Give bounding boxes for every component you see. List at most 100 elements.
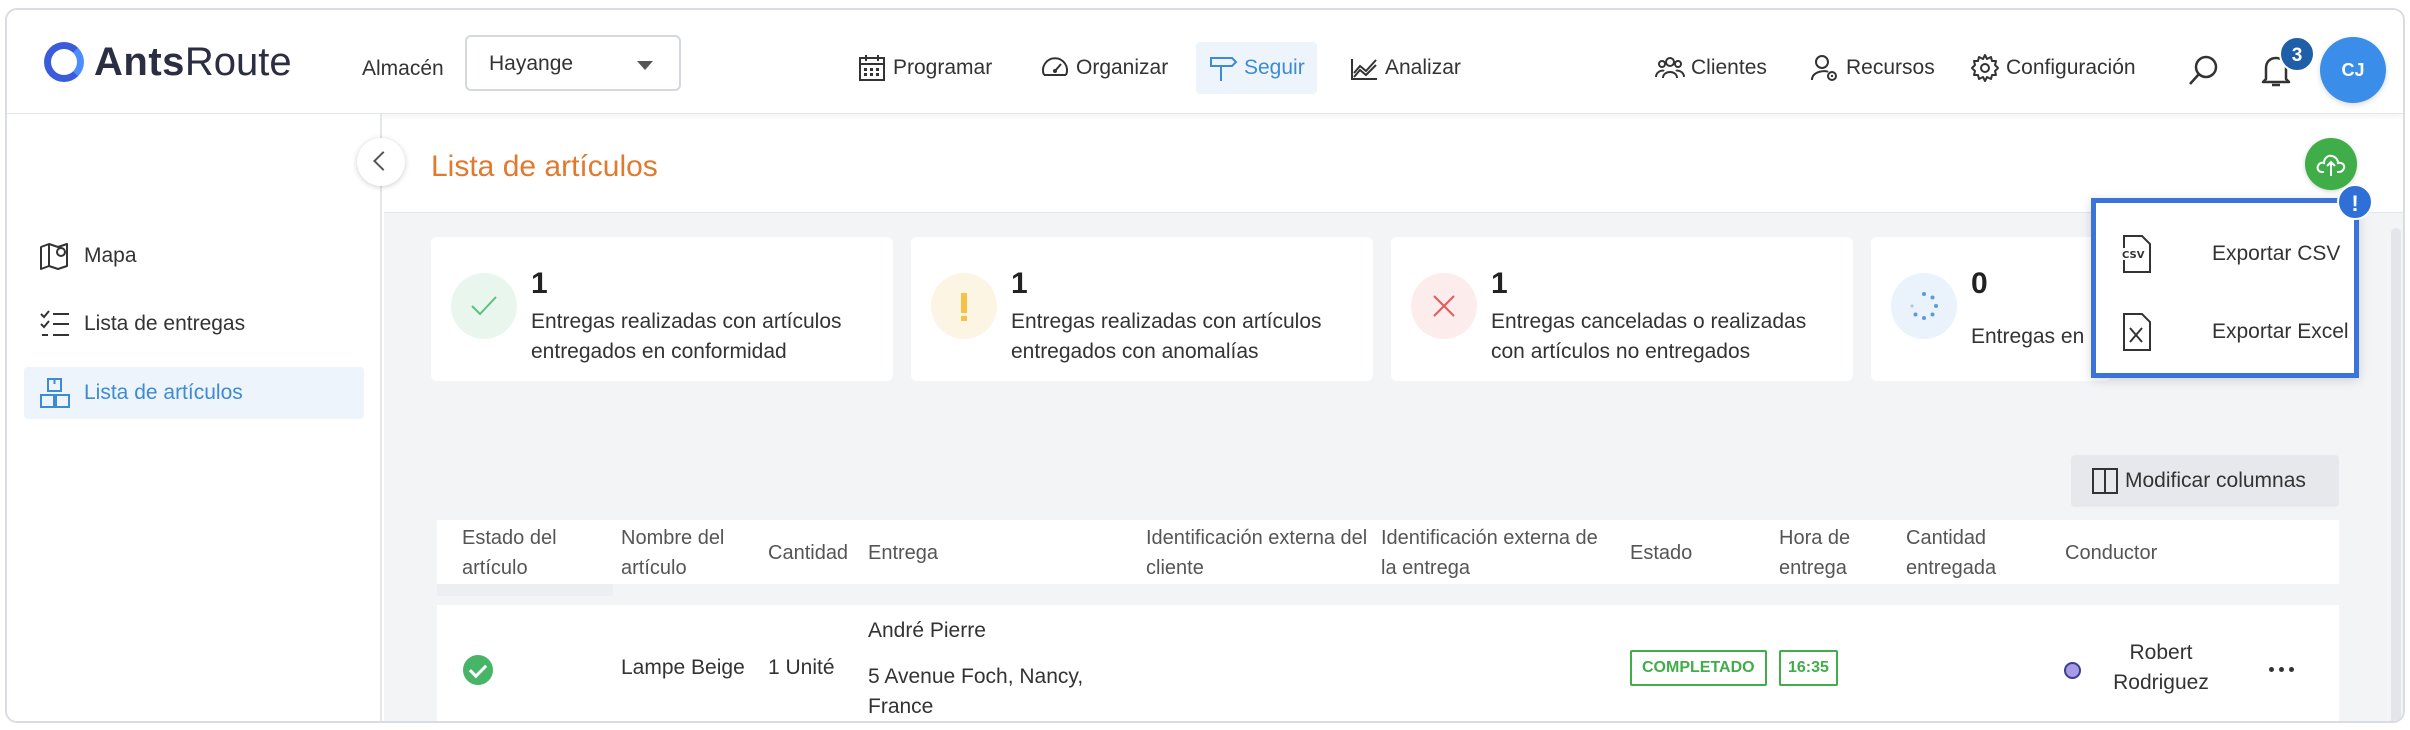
column-header-id-entrega[interactable]: Identificación externa de la entrega [1381,523,1611,583]
summary-card-success[interactable]: 1 Entregas realizadas con artículos entr… [431,237,893,381]
modify-columns-label: Modificar columnas [2125,469,2306,492]
logo-text-bold: Ants [94,39,185,84]
nav-clientes[interactable]: Clientes [1655,42,1767,94]
chevron-down-icon [637,61,653,70]
nav-organizar[interactable]: Organizar [1040,42,1168,94]
warehouse-label: Almacén [362,57,444,80]
svg-text:CSV: CSV [2122,250,2145,261]
export-csv-item[interactable]: CSV Exportar CSV [2118,229,2340,279]
driver-color-dot [2064,662,2081,679]
gear-icon [1971,54,1999,82]
more-options-icon[interactable] [2269,667,2294,672]
sidebar-item-label: Lista de artículos [84,381,243,404]
time-badge: 16:35 [1779,650,1838,686]
export-csv-label: Exportar CSV [2212,242,2341,265]
summary-card-warning[interactable]: 1 Entregas realizadas con artículos entr… [911,237,1373,381]
map-icon [40,243,68,270]
export-alert-badge: ! [2337,184,2373,220]
close-icon [1411,273,1477,339]
column-header-cantidad-entregada[interactable]: Cantidad entregada [1906,523,2026,583]
signpost-icon [1210,57,1238,81]
card-description: Entregas canceladas o realizadas con art… [1491,310,1807,363]
exclamation-icon [931,273,997,339]
sidebar-item-label: Mapa [84,244,137,267]
card-count: 1 [1011,267,1028,300]
card-count: 1 [1491,267,1508,300]
modify-columns-button[interactable]: Modificar columnas [2071,455,2339,507]
export-menu: CSV Exportar CSV Exportar Excel [2091,198,2359,378]
avatar[interactable]: CJ [2320,37,2386,103]
excel-file-icon [2123,313,2151,351]
sidebar-item-mapa[interactable]: Mapa [24,230,364,282]
nav-organizar-label: Organizar [1076,56,1169,79]
chevron-left-icon [373,151,393,171]
summary-card-pending[interactable]: 0 Entregas en [1871,237,2111,381]
card-description: Entregas realizadas con artículos entreg… [1011,310,1322,363]
vertical-scrollbar[interactable] [2391,228,2401,721]
cell-delivery-address: 5 Avenue Foch, Nancy, France [868,665,1084,718]
column-header-id-cliente[interactable]: Identificación externa del cliente [1146,523,1376,583]
sidebar-item-label: Lista de entregas [84,312,246,335]
column-header-estado-articulo[interactable]: Estado del artículo [462,523,612,583]
export-excel-item[interactable]: Exportar Excel [2118,307,2349,357]
sidebar: Mapa Lista de entregas Lista de artículo… [7,114,382,721]
csv-file-icon: CSV [2120,235,2151,273]
app-frame: Ants Route Almacén Hayange Programar Org… [5,8,2405,723]
sidebar-item-lista-articulos[interactable]: Lista de artículos [24,367,364,419]
cloud-upload-icon [2316,154,2346,176]
nav-analizar[interactable]: Analizar [1349,42,1461,94]
status-badge: COMPLETADO [1630,650,1767,686]
table-row[interactable]: Lampe Beige 1 Unité André Pierre 5 Avenu… [437,605,2339,721]
resources-icon [1811,55,1837,81]
sidebar-item-lista-entregas[interactable]: Lista de entregas [24,298,364,350]
gauge-icon [1042,57,1068,76]
notification-badge: 3 [2279,36,2315,72]
top-header: Ants Route Almacén Hayange Programar Org… [7,10,2403,114]
nav-clientes-label: Clientes [1691,56,1767,79]
check-icon [451,273,517,339]
column-header-nombre[interactable]: Nombre del artículo [621,523,761,583]
column-header-conductor[interactable]: Conductor [2065,538,2157,568]
warehouse-value: Hayange [489,52,574,75]
collapse-sidebar-button[interactable] [357,138,405,186]
checklist-icon [40,310,69,336]
card-count: 0 [1971,267,1988,300]
antsroute-logo[interactable]: Ants Route [44,40,292,84]
export-excel-label: Exportar Excel [2212,320,2349,343]
column-header-cantidad[interactable]: Cantidad [768,538,848,568]
card-count: 1 [531,267,548,300]
app-window: Ants Route Almacén Hayange Programar Org… [0,0,2410,730]
nav-programar[interactable]: Programar [857,42,992,94]
clients-icon [1655,57,1685,79]
warehouse-select[interactable]: Hayange [465,35,681,91]
nav-analizar-label: Analizar [1385,56,1461,79]
card-description: Entregas en [1971,325,2085,348]
nav-seguir[interactable]: Seguir [1196,42,1317,94]
nav-configuracion[interactable]: Configuración [1970,42,2136,94]
spinner-icon [1891,273,1957,339]
nav-recursos[interactable]: Recursos [1810,42,1935,94]
card-description: Entregas realizadas con artículos entreg… [531,310,842,363]
column-header-entrega[interactable]: Entrega [868,538,938,568]
column-header-hora[interactable]: Hora de entrega [1779,523,1869,583]
table-header: Estado del artículo Nombre del artículo … [437,520,2339,596]
logo-text-regular: Route [184,39,292,84]
nav-programar-label: Programar [893,56,993,79]
nav-configuracion-label: Configuración [2006,56,2136,79]
column-header-estado[interactable]: Estado [1630,538,1692,568]
cell-item-name: Lampe Beige [621,656,745,679]
page-title: Lista de artículos [431,150,658,183]
cell-driver: Robert Rodriguez [2113,641,2209,694]
check-circle-icon [463,655,493,685]
nav-seguir-label: Seguir [1244,56,1305,79]
summary-card-error[interactable]: 1 Entregas canceladas o realizadas con a… [1391,237,1853,381]
export-upload-button[interactable] [2305,138,2357,190]
header-shade [437,584,613,596]
calendar-icon [859,55,885,81]
chart-icon [1351,59,1377,80]
logo-mark-icon [44,42,84,82]
columns-icon [2092,468,2118,494]
nav-recursos-label: Recursos [1846,56,1935,79]
search-icon[interactable] [2187,53,2221,87]
cell-delivery-name: André Pierre [868,619,986,642]
